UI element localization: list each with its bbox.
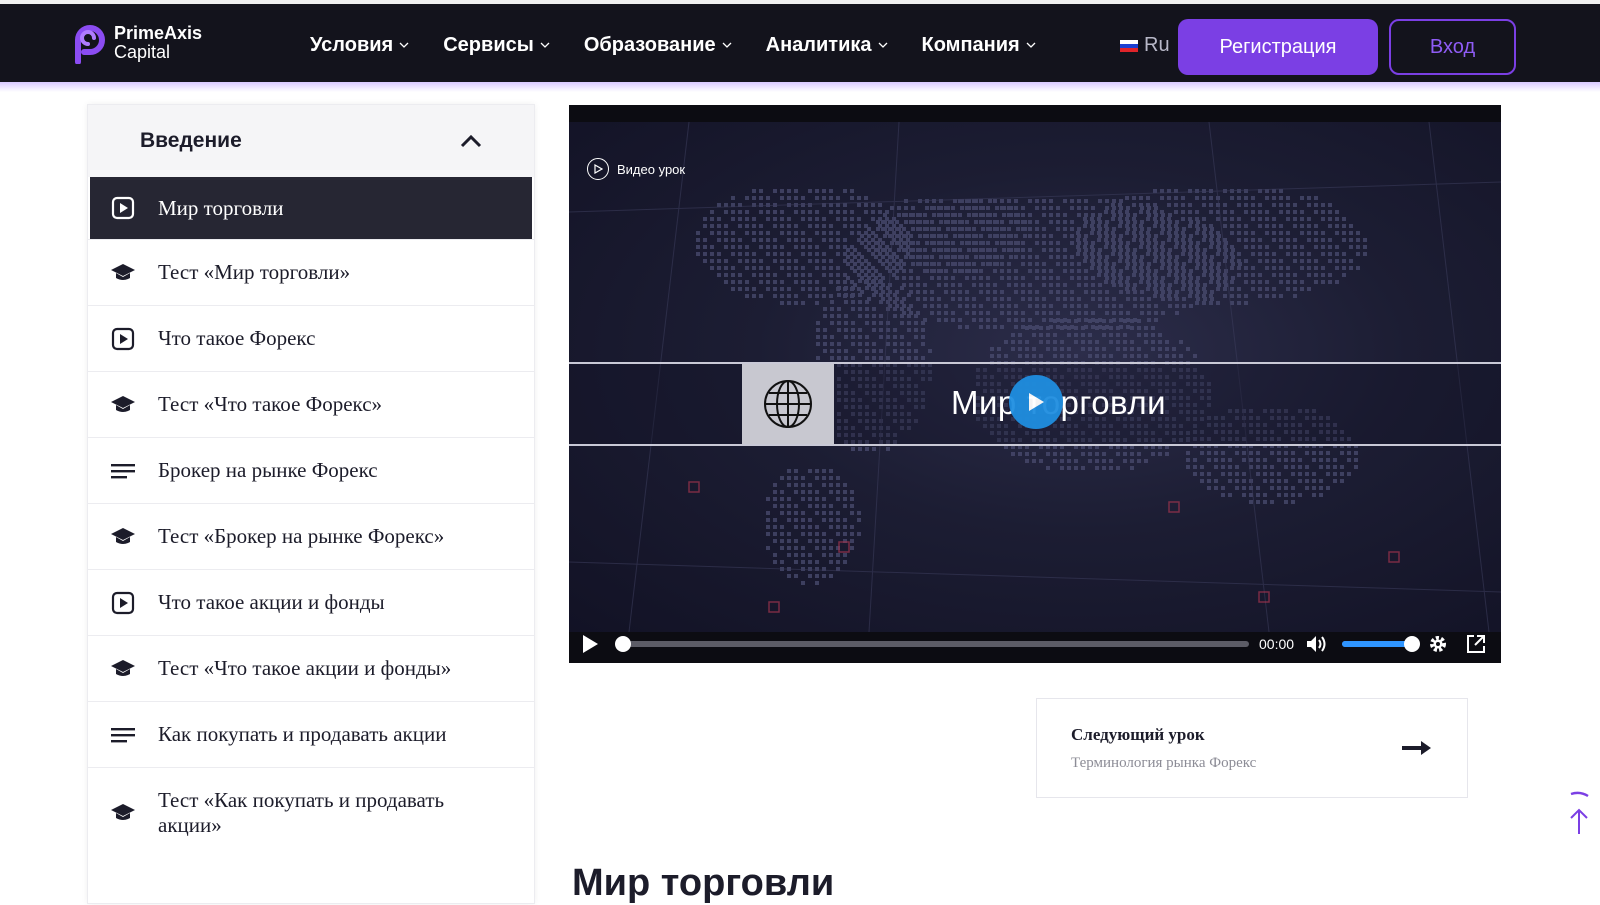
next-lesson-title: Терминология рынка Форекс	[1071, 754, 1257, 771]
volume-icon	[1307, 636, 1326, 652]
top-header: PrimeAxis Capital Условия Сервисы Образо…	[0, 0, 1600, 82]
lesson-item[interactable]: Что такое акции и фонды	[88, 569, 534, 635]
lesson-label: Тест «Как покупать и продавать акции»	[158, 787, 445, 837]
arrow-up-icon	[1570, 791, 1589, 834]
section-header[interactable]: Введение	[88, 105, 534, 177]
play-circle-icon	[587, 158, 609, 180]
language-selector[interactable]: Ru	[1120, 34, 1170, 57]
video-player[interactable]: Видео урок Мир торговли 00:00	[569, 105, 1501, 663]
nav-item-label: Образование	[583, 33, 716, 56]
external-window-icon	[1467, 635, 1486, 653]
next-lesson-label: Следующий урок	[1071, 724, 1205, 744]
chevron-down-icon	[399, 42, 409, 48]
lesson-label: Тест «Что такое акции и фонды»	[158, 656, 452, 680]
lesson-item[interactable]: Тест «Мир торговли»	[88, 239, 534, 305]
video-frame: Видео урок Мир торговли	[569, 122, 1501, 632]
login-button[interactable]: Вход	[1389, 19, 1516, 75]
header-shadow	[0, 82, 1600, 92]
video-badge-label: Видео урок	[617, 161, 686, 177]
time-display: 00:00	[1259, 636, 1295, 652]
lesson-item[interactable]: Брокер на рынке Форекс	[88, 437, 534, 503]
volume-fill	[1342, 641, 1413, 647]
nav-item-services[interactable]: Сервисы	[443, 34, 550, 57]
graduation-cap-icon	[110, 800, 136, 826]
play-button[interactable]	[1009, 375, 1063, 429]
lesson-item[interactable]: Как покупать и продавать акции	[88, 701, 534, 767]
brand-name-line1: PrimeAxis	[114, 23, 203, 44]
nav-item-label: Условия	[310, 33, 394, 56]
lesson-label: Тест «Брокер на рынке Форекс»	[158, 524, 445, 548]
lesson-item[interactable]: Тест «Брокер на рынке Форекс»	[88, 503, 534, 569]
nav-item-label: Компания	[921, 33, 1020, 56]
main-nav: Условия Сервисы Образование Аналитика Ко…	[310, 4, 1070, 86]
play-pause-button[interactable]	[581, 634, 599, 654]
play-square-icon	[110, 195, 136, 221]
volume-slider[interactable]	[1342, 636, 1421, 652]
play-icon	[583, 635, 598, 653]
lesson-item[interactable]: Тест «Как покупать и продавать акции»	[88, 767, 534, 857]
nav-item-label: Аналитика	[765, 33, 872, 56]
lesson-item[interactable]: Тест «Что такое акции и фонды»	[88, 635, 534, 701]
text-lines-icon	[110, 458, 136, 484]
settings-button[interactable]	[1428, 634, 1448, 654]
video-lesson-badge: Видео урок	[587, 158, 685, 180]
scroll-to-top-button[interactable]	[1566, 790, 1592, 836]
lesson-label: Брокер на рынке Форекс	[158, 458, 378, 482]
video-controls: 00:00	[569, 625, 1501, 663]
progress-knob[interactable]	[615, 636, 631, 652]
chevron-down-icon	[1026, 42, 1036, 48]
language-label: Ru	[1144, 34, 1170, 56]
lesson-label: Что такое Форекс	[158, 326, 316, 350]
lesson-item[interactable]: Что такое Форекс	[88, 305, 534, 371]
graduation-cap-icon	[110, 392, 136, 418]
play-square-icon	[110, 590, 136, 616]
lesson-item[interactable]: Мир торговли	[90, 177, 532, 239]
next-lesson-card[interactable]: Следующий урок Терминология рынка Форекс	[1036, 698, 1468, 798]
nav-item-company[interactable]: Компания	[922, 34, 1036, 57]
russia-flag-icon	[1120, 39, 1138, 52]
lesson-label: Как покупать и продавать акции	[158, 722, 447, 746]
section-title: Введение	[140, 129, 242, 152]
page-heading: Мир торговли	[572, 862, 835, 904]
nav-item-education[interactable]: Образование	[584, 34, 732, 57]
register-button[interactable]: Регистрация	[1178, 19, 1378, 75]
lesson-label: Тест «Мир торговли»	[158, 260, 351, 284]
brand-name-line2: Capital	[114, 42, 171, 62]
progress-slider[interactable]	[615, 636, 1249, 652]
graduation-cap-icon	[110, 524, 136, 550]
chevron-up-icon[interactable]	[460, 134, 482, 148]
brand-logo[interactable]: PrimeAxis Capital	[72, 22, 202, 64]
gear-icon	[1430, 636, 1447, 652]
lesson-label: Мир торговли	[158, 195, 284, 220]
globe-icon	[742, 364, 834, 444]
lesson-sidebar: Введение Мир торговли Тест «Мир торговли»…	[87, 104, 535, 904]
graduation-cap-icon	[110, 656, 136, 682]
nav-item-analytics[interactable]: Аналитика	[766, 34, 888, 57]
lesson-list: Мир торговли Тест «Мир торговли» Что такое…	[88, 177, 534, 857]
chevron-down-icon	[878, 42, 887, 48]
arrow-right-icon	[1402, 741, 1431, 755]
pip-button[interactable]	[1466, 634, 1486, 654]
nav-item-conditions[interactable]: Условия	[310, 34, 409, 57]
text-lines-icon	[110, 722, 136, 748]
chevron-down-icon	[722, 42, 732, 48]
lesson-label: Тест «Что такое Форекс»	[158, 392, 383, 416]
volume-knob[interactable]	[1404, 636, 1421, 652]
lesson-label: Что такое акции и фонды	[158, 590, 385, 614]
graduation-cap-icon	[110, 260, 136, 286]
play-icon	[1029, 393, 1044, 411]
logo-mark-icon	[75, 25, 105, 64]
chevron-down-icon	[540, 42, 550, 48]
play-square-icon	[110, 326, 136, 352]
lesson-item[interactable]: Тест «Что такое Форекс»	[88, 371, 534, 437]
nav-item-label: Сервисы	[443, 33, 534, 56]
mute-button[interactable]	[1306, 635, 1328, 653]
